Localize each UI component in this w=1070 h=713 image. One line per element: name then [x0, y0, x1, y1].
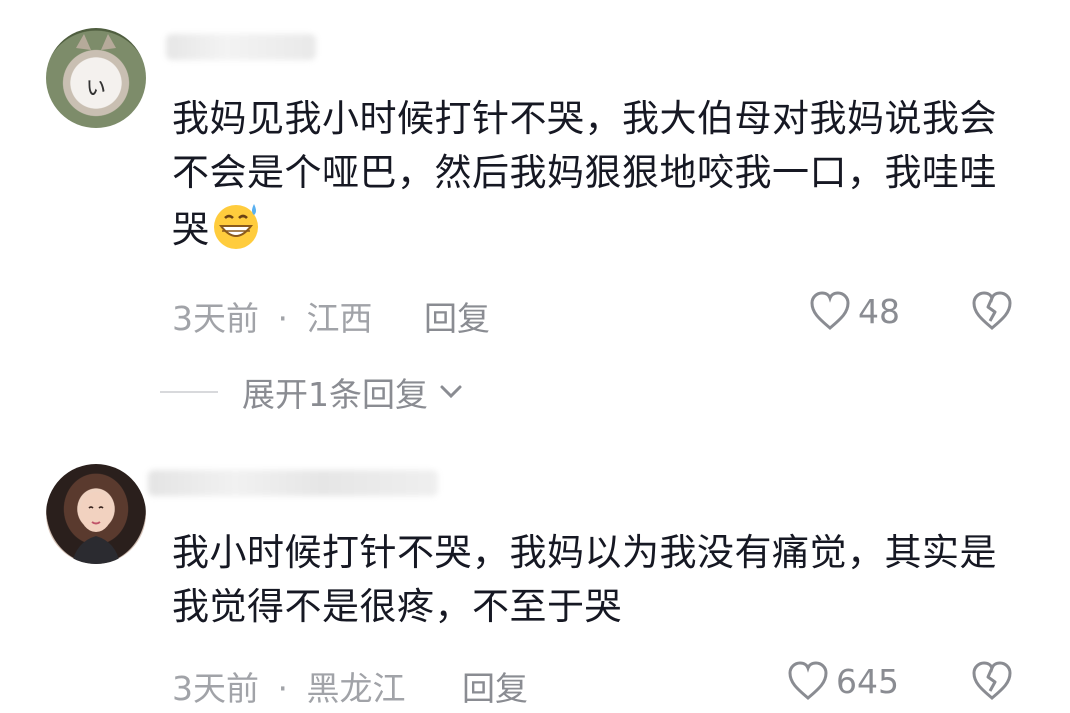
like-count: 645: [836, 661, 899, 701]
comment-time: 3天前: [172, 669, 259, 708]
heart-icon: [788, 661, 828, 700]
expand-replies-label: 展开1条回复: [242, 375, 428, 414]
comment-text: 我妈见我小时候打针不哭，我大伯母对我妈说我会不会是个哑巴，然后我妈狠狠地咬我一口…: [172, 97, 997, 251]
broken-heart-icon: [972, 661, 1012, 700]
username-blurred[interactable]: [148, 470, 438, 496]
username-blurred[interactable]: [166, 34, 316, 60]
divider: [160, 391, 218, 393]
like-count: 48: [858, 291, 900, 331]
meta-separator: ·: [277, 669, 289, 708]
grinning-sweat-emoji: [213, 204, 258, 249]
comment-location: 江西: [306, 299, 373, 338]
comment-meta: 3天前 · 江西: [172, 292, 373, 340]
comment-location: 黑龙江: [306, 669, 406, 708]
reply-button[interactable]: 回复: [424, 292, 490, 340]
reply-button[interactable]: 回复: [462, 662, 528, 710]
avatar[interactable]: ぃ: [46, 28, 146, 128]
like-button[interactable]: 48: [808, 290, 900, 332]
avatar-portrait-icon: [72, 492, 120, 564]
heart-icon: [810, 291, 850, 330]
comment-meta: 3天前 · 黑龙江: [172, 662, 406, 710]
avatar-cat-icon: ぃ: [76, 34, 116, 100]
dislike-button[interactable]: [970, 660, 1014, 706]
like-button[interactable]: 645: [786, 660, 899, 702]
comment-time: 3天前: [172, 299, 259, 338]
svg-text:ぃ: ぃ: [84, 72, 108, 100]
comment-text: 我小时候打针不哭，我妈以为我没有痛觉，其实是我觉得不是很疼，不至于哭: [172, 531, 997, 628]
broken-heart-icon: [972, 291, 1012, 330]
meta-separator: ·: [277, 299, 289, 338]
avatar[interactable]: [46, 464, 146, 564]
chevron-down-icon: [440, 385, 462, 399]
expand-replies-button[interactable]: 展开1条回复: [160, 368, 466, 416]
dislike-button[interactable]: [970, 290, 1014, 336]
